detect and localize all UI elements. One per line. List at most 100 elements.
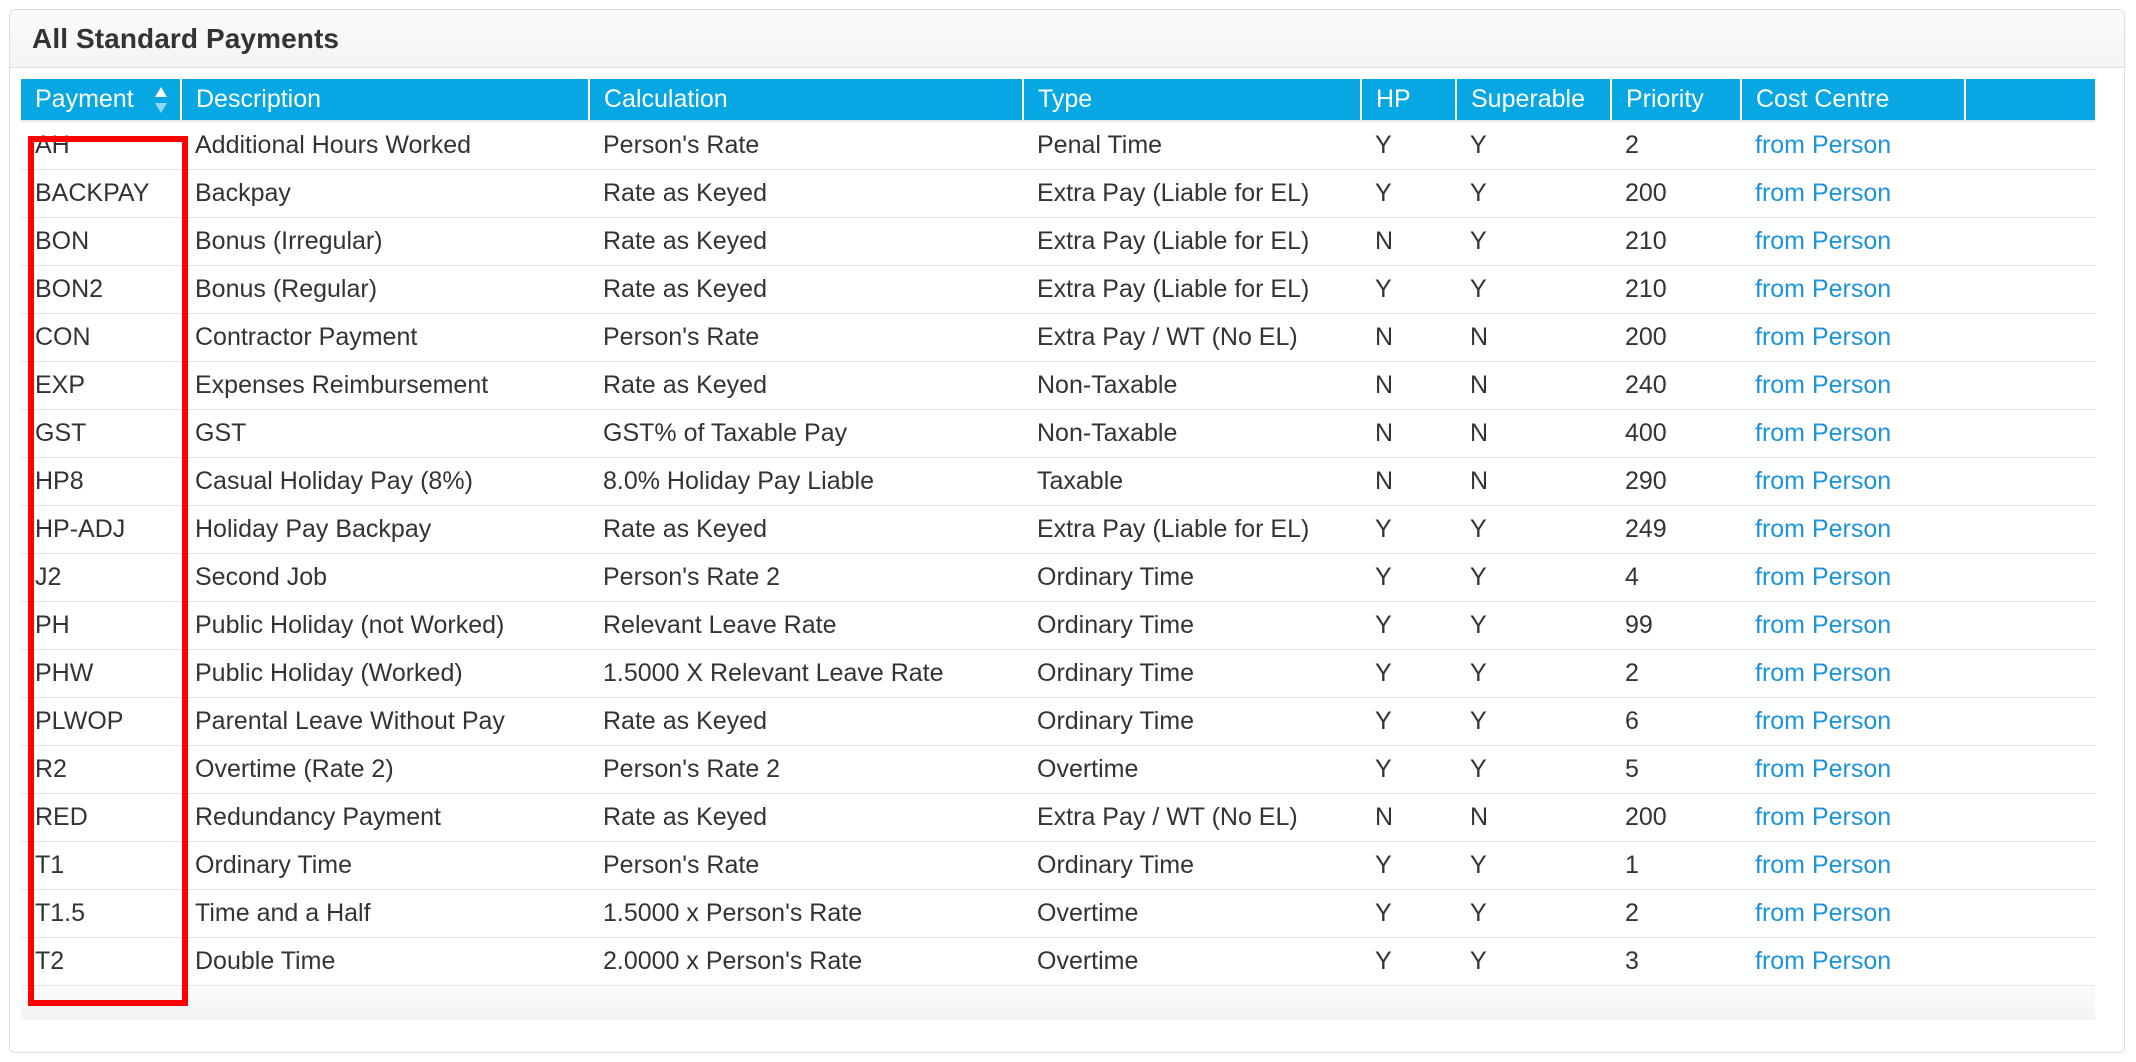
standard-payments-table: Payment Description Calculation Type HP …	[21, 79, 2095, 986]
cost-centre-link[interactable]: from Person	[1741, 937, 1965, 986]
payment-code-link[interactable]: HP-ADJ	[35, 515, 125, 543]
cost-centre-link[interactable]: from Person	[1755, 371, 1891, 399]
payment-code-link[interactable]: RED	[35, 803, 88, 831]
cost-centre-link[interactable]: from Person	[1741, 793, 1965, 842]
payment-code-link[interactable]: GST	[21, 409, 181, 458]
cost-centre-link[interactable]: from Person	[1741, 601, 1965, 650]
cost-centre-link[interactable]: from Person	[1741, 217, 1965, 266]
superable-cell: Y	[1456, 505, 1611, 554]
payment-code-link[interactable]: T1	[21, 841, 181, 890]
payment-code-link[interactable]: CON	[21, 313, 181, 362]
cost-centre-link[interactable]: from Person	[1741, 409, 1965, 458]
cost-centre-link[interactable]: from Person	[1741, 649, 1965, 698]
payment-code-link[interactable]: J2	[35, 563, 61, 591]
payment-code-link[interactable]: CON	[35, 323, 91, 351]
payment-code-link[interactable]: T1.5	[21, 889, 181, 938]
cost-centre-link[interactable]: from Person	[1755, 323, 1891, 351]
type-cell: Ordinary Time	[1023, 601, 1361, 650]
column-header-type[interactable]: Type	[1023, 79, 1362, 122]
sort-both-icon[interactable]	[154, 86, 168, 114]
payment-code-link[interactable]: PH	[35, 611, 70, 639]
cost-centre-link[interactable]: from Person	[1755, 131, 1891, 159]
cost-centre-link[interactable]: from Person	[1741, 889, 1965, 938]
payment-code-link[interactable]: AH	[21, 121, 181, 170]
payment-code-link[interactable]: AH	[35, 131, 70, 159]
column-header-superable[interactable]: Superable	[1456, 79, 1612, 122]
column-header-description[interactable]: Description	[181, 79, 590, 122]
cost-centre-link[interactable]: from Person	[1755, 659, 1891, 687]
payment-code-link[interactable]: BACKPAY	[21, 169, 181, 218]
type-cell: Extra Pay / WT (No EL)	[1023, 793, 1361, 842]
column-header-blank	[1965, 79, 2095, 122]
cost-centre-link[interactable]: from Person	[1755, 467, 1891, 495]
payment-code-link[interactable]: BON	[35, 227, 89, 255]
column-header-hp[interactable]: HP	[1361, 79, 1457, 122]
priority-cell: 2	[1611, 121, 1741, 170]
cost-centre-link[interactable]: from Person	[1755, 851, 1891, 879]
payment-code-link[interactable]: BON2	[21, 265, 181, 314]
payment-code-link[interactable]: T2	[35, 947, 64, 975]
cost-centre-link[interactable]: from Person	[1755, 275, 1891, 303]
column-header-payment[interactable]: Payment	[21, 79, 182, 122]
priority-cell: 1	[1611, 841, 1741, 890]
payment-code-link[interactable]: HP8	[35, 467, 84, 495]
payment-code-link[interactable]: T2	[21, 937, 181, 986]
column-header-superable-label: Superable	[1471, 85, 1585, 113]
payment-code-link[interactable]: HP8	[21, 457, 181, 506]
cost-centre-link[interactable]: from Person	[1755, 227, 1891, 255]
payment-code-link[interactable]: R2	[21, 745, 181, 794]
cost-centre-link[interactable]: from Person	[1741, 841, 1965, 890]
payment-code-link[interactable]: EXP	[35, 371, 85, 399]
column-header-priority[interactable]: Priority	[1611, 79, 1742, 122]
payment-code-link[interactable]: PH	[21, 601, 181, 650]
payment-code-link[interactable]: J2	[21, 553, 181, 602]
cost-centre-link[interactable]: from Person	[1755, 419, 1891, 447]
payment-code-link[interactable]: RED	[21, 793, 181, 842]
cost-centre-link[interactable]: from Person	[1741, 745, 1965, 794]
payment-code-link[interactable]: BACKPAY	[35, 179, 149, 207]
payment-code-link[interactable]: BON	[21, 217, 181, 266]
row-actions-cell	[1965, 121, 2095, 170]
calculation-cell: 8.0% Holiday Pay Liable	[589, 457, 1023, 506]
cost-centre-link[interactable]: from Person	[1741, 169, 1965, 218]
column-header-cost-centre[interactable]: Cost Centre	[1741, 79, 1966, 122]
table-body: AH Additional Hours Worked Person's Rate Pe…	[21, 121, 2095, 986]
cost-centre-link[interactable]: from Person	[1741, 361, 1965, 410]
payment-code-link[interactable]: T1.5	[35, 899, 85, 927]
payment-code-link[interactable]: PLWOP	[35, 707, 123, 735]
cost-centre-link[interactable]: from Person	[1755, 563, 1891, 591]
payment-code-link[interactable]: PHW	[35, 659, 93, 687]
cost-centre-link[interactable]: from Person	[1755, 803, 1891, 831]
payment-code-link[interactable]: GST	[35, 419, 86, 447]
payment-code-link[interactable]: BON2	[35, 275, 103, 303]
payment-code-link[interactable]: HP-ADJ	[21, 505, 181, 554]
cost-centre-link[interactable]: from Person	[1755, 515, 1891, 543]
payment-code-link[interactable]: R2	[35, 755, 67, 783]
superable-cell: Y	[1456, 697, 1611, 746]
cost-centre-link[interactable]: from Person	[1755, 947, 1891, 975]
cost-centre-link[interactable]: from Person	[1755, 707, 1891, 735]
payment-code-link[interactable]: PHW	[21, 649, 181, 698]
cost-centre-link[interactable]: from Person	[1741, 265, 1965, 314]
cost-centre-link[interactable]: from Person	[1755, 611, 1891, 639]
payment-code-link[interactable]: PLWOP	[21, 697, 181, 746]
cost-centre-link[interactable]: from Person	[1741, 457, 1965, 506]
cost-centre-link[interactable]: from Person	[1755, 899, 1891, 927]
cost-centre-link[interactable]: from Person	[1741, 121, 1965, 170]
cost-centre-link[interactable]: from Person	[1755, 179, 1891, 207]
cost-centre-link[interactable]: from Person	[1755, 755, 1891, 783]
row-actions-cell	[1965, 217, 2095, 266]
column-header-calculation[interactable]: Calculation	[589, 79, 1024, 122]
description-cell: Casual Holiday Pay (8%)	[181, 457, 589, 506]
cost-centre-link[interactable]: from Person	[1741, 313, 1965, 362]
cost-centre-link[interactable]: from Person	[1741, 553, 1965, 602]
description-cell: Contractor Payment	[181, 313, 589, 362]
superable-cell: N	[1456, 409, 1611, 458]
cost-centre-link[interactable]: from Person	[1741, 505, 1965, 554]
calculation-cell: Person's Rate 2	[589, 553, 1023, 602]
column-header-hp-label: HP	[1376, 85, 1411, 113]
description-cell: Overtime (Rate 2)	[181, 745, 589, 794]
payment-code-link[interactable]: EXP	[21, 361, 181, 410]
cost-centre-link[interactable]: from Person	[1741, 697, 1965, 746]
payment-code-link[interactable]: T1	[35, 851, 64, 879]
